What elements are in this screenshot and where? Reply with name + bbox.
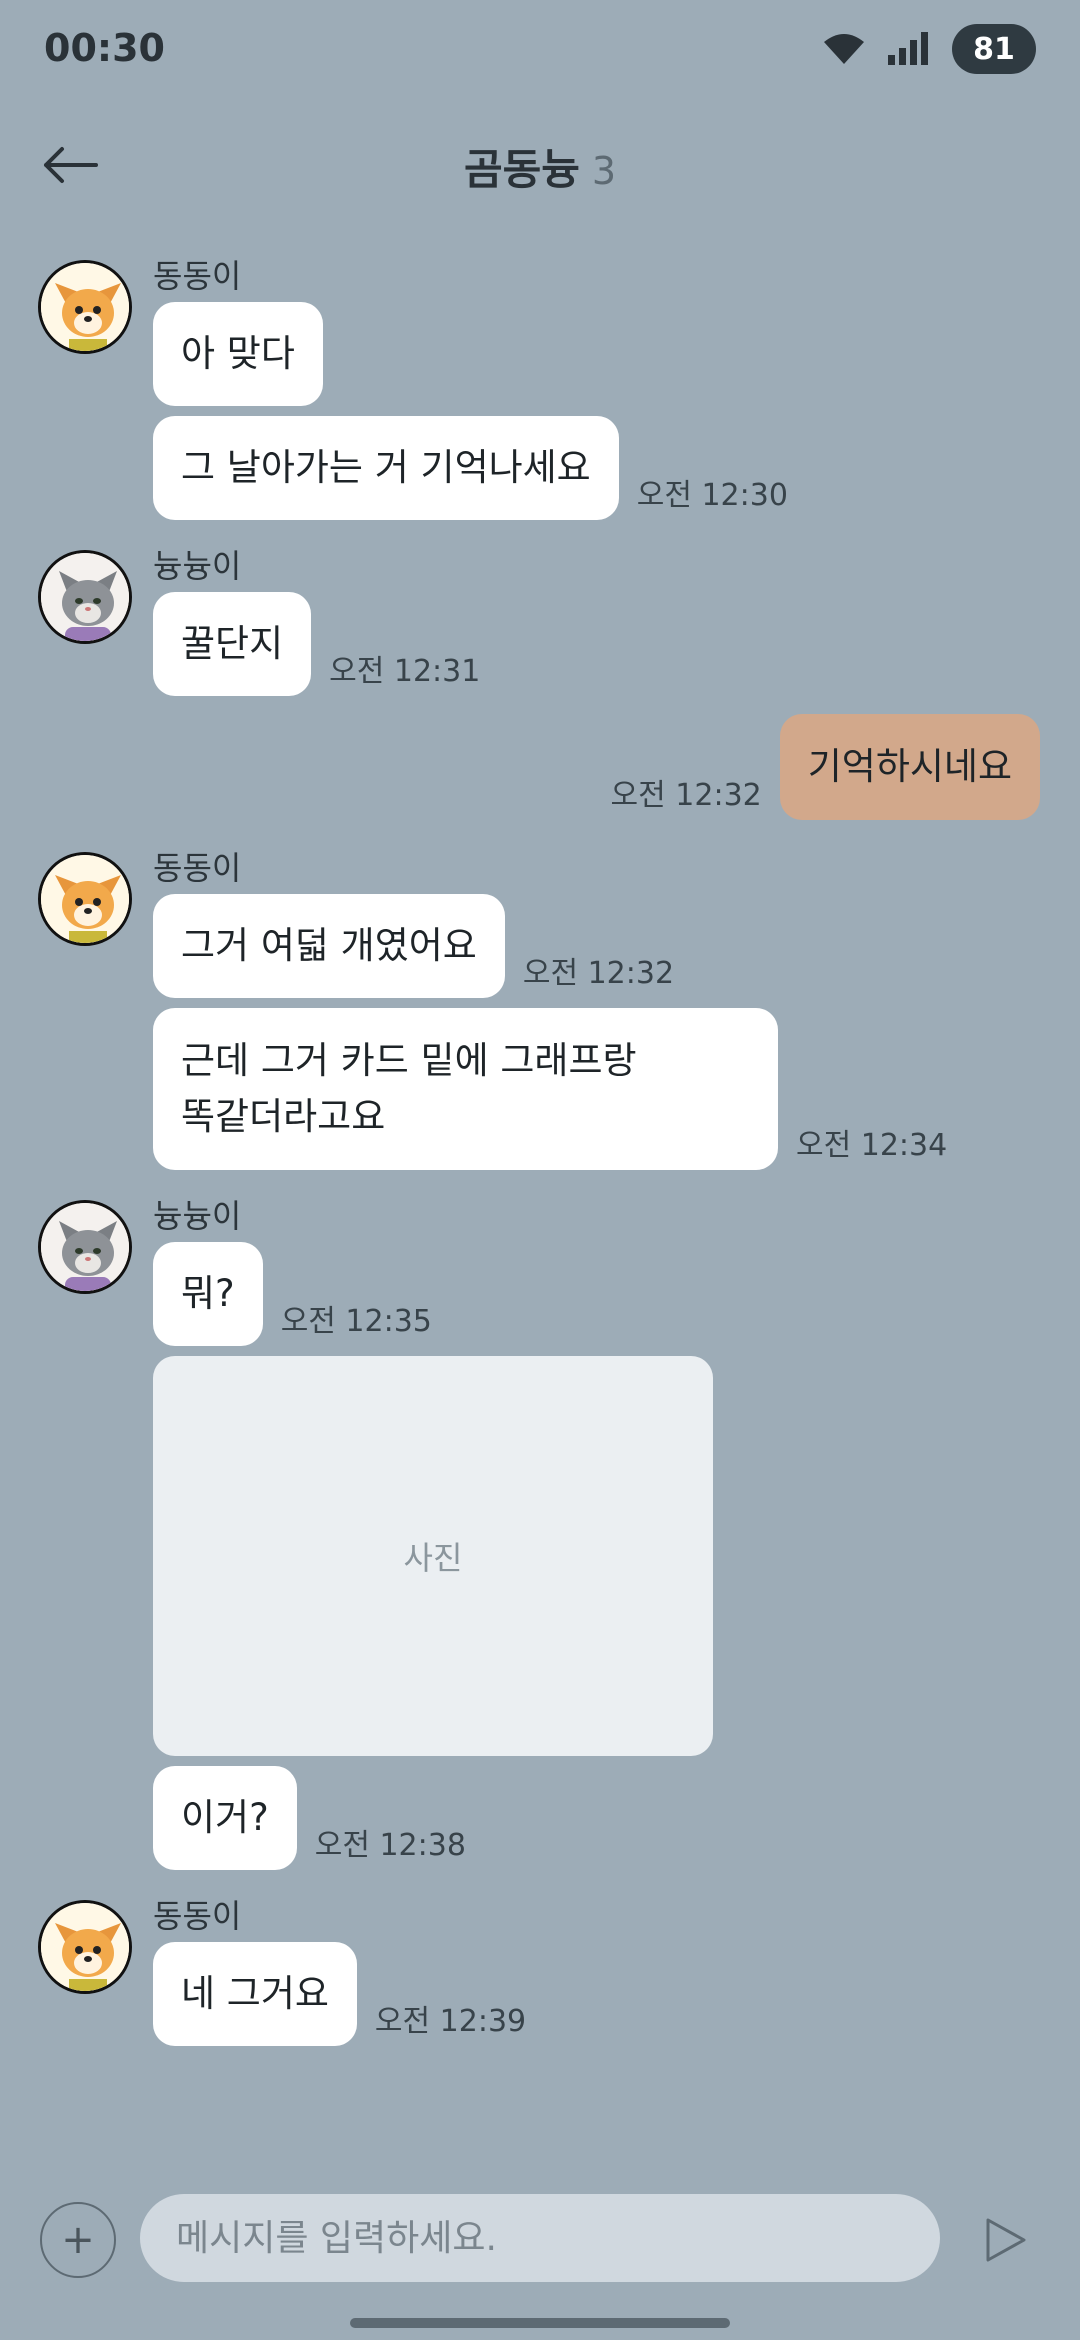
chat-header: 곰동늉 3	[0, 110, 1080, 220]
message-bubble[interactable]: 뭐?	[153, 1242, 263, 1346]
message-row: 아 맞다	[153, 302, 1080, 406]
message-composer: +	[0, 2190, 1080, 2290]
message-time: 오전 12:38	[314, 1828, 466, 1863]
message-row: 그 날아가는 거 기억나세요 오전 12:30	[153, 416, 1080, 520]
sender-name: 동동이	[153, 1897, 242, 1935]
member-count: 3	[591, 149, 617, 193]
message-line: 근데 그거 카드 밑에 그래프랑	[181, 1039, 637, 1082]
message-row: 네 그거요 오전 12:39	[153, 1942, 1080, 2046]
home-indicator[interactable]	[350, 2318, 730, 2328]
message-row: 뭐? 오전 12:35	[153, 1242, 1080, 1346]
sender-name: 동동이	[153, 849, 242, 887]
send-button[interactable]	[976, 2210, 1036, 2270]
message-time: 오전 12:30	[636, 478, 788, 513]
send-icon	[986, 2218, 1026, 2262]
message-row: 근데 그거 카드 밑에 그래프랑 똑같더라고요 오전 12:34	[153, 1008, 1080, 1170]
signal-icon	[888, 32, 928, 65]
sender-name: 동동이	[153, 257, 242, 295]
message-bubble[interactable]: 그 날아가는 거 기억나세요	[153, 416, 619, 520]
message-bubble[interactable]: 근데 그거 카드 밑에 그래프랑 똑같더라고요	[153, 1008, 778, 1170]
message-row: 그거 여덟 개였어요 오전 12:32	[153, 894, 1080, 998]
status-icons: 81	[822, 24, 1036, 74]
message-time: 오전 12:34	[796, 1128, 948, 1163]
message-input[interactable]	[140, 2194, 940, 2282]
wifi-icon	[824, 34, 864, 64]
message-bubble[interactable]: 네 그거요	[153, 1942, 357, 2046]
chat-screen: 00:30 81 곰동늉 3 동동이 아 맞다 그 날아가는 거 기억나세요 오…	[0, 0, 1080, 2340]
message-group: 동동이 그거 여덟 개였어요 오전 12:32 근데 그거 카드 밑에 그래프랑…	[0, 842, 1080, 1170]
message-row: 꿀단지 오전 12:31	[153, 592, 1080, 696]
chat-room-name: 곰동늉	[463, 145, 580, 194]
message-list[interactable]: 동동이 아 맞다 그 날아가는 거 기억나세요 오전 12:30 늉늉이 꿀단지…	[0, 250, 1080, 2056]
message-bubble[interactable]: 그거 여덟 개였어요	[153, 894, 505, 998]
message-row: 사진	[153, 1356, 1080, 1756]
cat-avatar-icon[interactable]	[38, 1200, 132, 1294]
battery-indicator: 81	[952, 24, 1036, 74]
sender-name: 늉늉이	[153, 547, 242, 585]
dog-avatar-icon[interactable]	[38, 260, 132, 354]
message-bubble[interactable]: 꿀단지	[153, 592, 312, 696]
message-time: 오전 12:32	[522, 956, 675, 991]
status-bar: 00:30 81	[0, 0, 1080, 100]
message-group: 동동이 네 그거요 오전 12:39	[0, 1890, 1080, 2046]
sender-name: 늉늉이	[153, 1197, 242, 1235]
message-bubble[interactable]: 아 맞다	[153, 302, 323, 406]
my-message-bubble[interactable]: 기억하시네요	[779, 714, 1040, 820]
status-time: 00:30	[44, 26, 165, 70]
message-time: 오전 12:31	[329, 654, 481, 689]
cat-avatar-icon[interactable]	[38, 550, 132, 644]
message-group: 늉늉이 꿀단지 오전 12:31	[0, 540, 1080, 696]
message-bubble[interactable]: 이거?	[153, 1766, 297, 1870]
message-row: 이거? 오전 12:38	[153, 1766, 1080, 1870]
message-group: 동동이 아 맞다 그 날아가는 거 기억나세요 오전 12:30	[0, 250, 1080, 520]
dog-avatar-icon[interactable]	[38, 1900, 132, 1994]
message-group: 늉늉이 뭐? 오전 12:35 사진 이거? 오전 12:38	[0, 1190, 1080, 1870]
message-time: 오전 12:32	[610, 778, 762, 813]
message-time: 오전 12:35	[280, 1304, 432, 1339]
dog-avatar-icon[interactable]	[38, 852, 132, 946]
my-message-row: 오전 12:32 기억하시네요	[0, 714, 1080, 820]
message-time: 오전 12:39	[374, 2004, 527, 2039]
photo-message[interactable]: 사진	[153, 1356, 713, 1756]
message-line: 똑같더라고요	[181, 1095, 386, 1138]
chat-title: 곰동늉 3	[0, 136, 1080, 197]
attach-button[interactable]: +	[40, 2202, 116, 2278]
